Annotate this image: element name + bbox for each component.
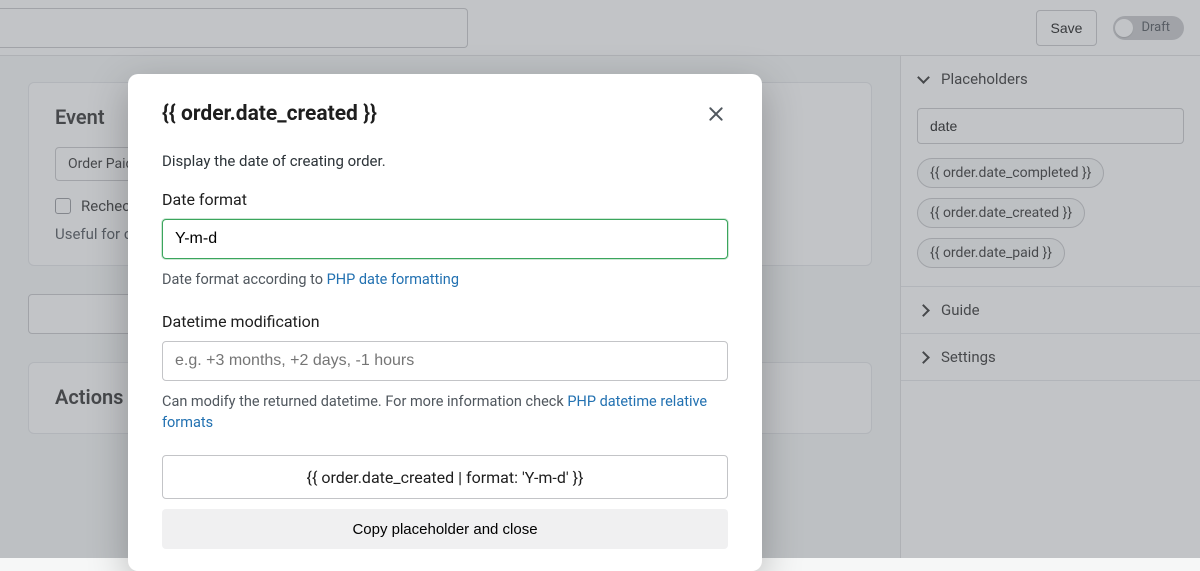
date-format-label: Date format: [162, 190, 728, 209]
modal-description: Display the date of creating order.: [162, 152, 728, 170]
datetime-mod-input[interactable]: [162, 341, 728, 381]
datetime-mod-label: Datetime modification: [162, 312, 728, 331]
close-icon[interactable]: [704, 102, 728, 126]
php-date-formatting-link[interactable]: PHP date formatting: [327, 271, 459, 288]
date-format-help-text: Date format according to: [162, 271, 327, 288]
copy-and-close-button[interactable]: Copy placeholder and close: [162, 509, 728, 549]
placeholder-result: {{ order.date_created | format: 'Y-m-d' …: [162, 455, 728, 499]
placeholder-config-modal: {{ order.date_created }} Display the dat…: [128, 74, 762, 571]
date-format-help: Date format according to PHP date format…: [162, 269, 728, 290]
date-format-input[interactable]: [162, 219, 728, 259]
datetime-mod-help-text: Can modify the returned datetime. For mo…: [162, 393, 567, 410]
modal-title: {{ order.date_created }}: [162, 102, 377, 126]
datetime-mod-help: Can modify the returned datetime. For mo…: [162, 391, 728, 433]
